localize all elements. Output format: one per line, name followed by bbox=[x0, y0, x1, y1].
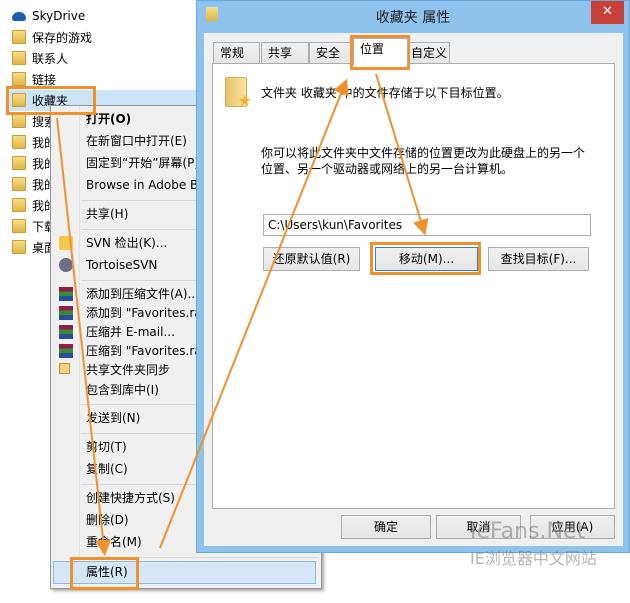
arrow-to-location-tab bbox=[159, 78, 349, 549]
arrow-to-move-button bbox=[375, 73, 429, 236]
annotation-arrows bbox=[56, 73, 429, 556]
tab-location[interactable]: 位置 bbox=[353, 38, 408, 65]
arrow-to-properties bbox=[56, 117, 112, 556]
